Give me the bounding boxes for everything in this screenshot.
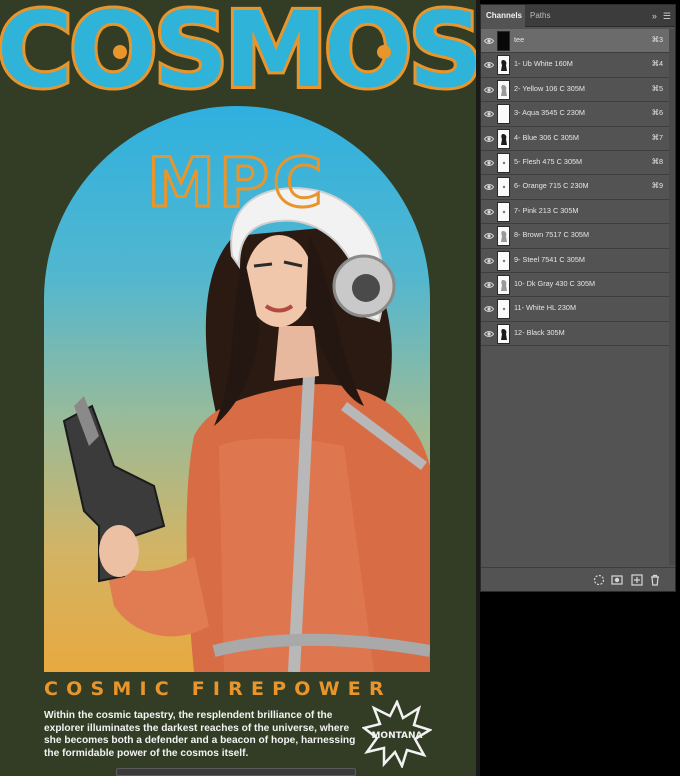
channel-thumbnail: [497, 177, 510, 198]
channel-row[interactable]: 1- Ub White 160M ⌘4: [481, 53, 669, 78]
channel-name: 12- Black 305M: [514, 327, 565, 337]
channel-name: 10- Dk Gray 430 C 305M: [514, 278, 596, 288]
channel-name: 7- Pink 213 C 305M: [514, 205, 579, 215]
eye-icon[interactable]: [484, 36, 494, 46]
channel-name: 3- Aqua 3545 C 230M: [514, 108, 585, 118]
eye-icon[interactable]: [484, 207, 494, 217]
channel-thumbnail: [497, 201, 510, 222]
save-selection-icon[interactable]: [611, 574, 623, 586]
channel-thumbnail: [497, 104, 510, 125]
mpc-monogram: MPC: [152, 143, 322, 219]
channel-row[interactable]: 10- Dk Gray 430 C 305M: [481, 272, 669, 298]
thumbnail-figure: [502, 210, 506, 213]
channel-thumbnail: [497, 299, 510, 320]
channel-row[interactable]: 12- Black 305M: [481, 321, 669, 347]
channel-shortcut: ⌘9: [651, 181, 663, 191]
collapse-icon[interactable]: »: [652, 5, 657, 27]
channel-thumbnail: [497, 226, 510, 247]
channel-row[interactable]: 3- Aqua 3545 C 230M ⌘6: [481, 102, 669, 127]
channel-thumbnail: [497, 274, 510, 295]
channel-shortcut: ⌘3: [651, 35, 663, 44]
eye-icon[interactable]: [484, 109, 494, 119]
blurb-text: Within the cosmic tapestry, the resplend…: [44, 710, 356, 759]
channel-name: 9- Steel 7541 C 305M: [514, 254, 585, 264]
thumbnail-figure: [501, 279, 507, 291]
eye-icon[interactable]: [484, 85, 494, 95]
eye-icon[interactable]: [484, 304, 494, 314]
panel-scrollbar[interactable]: [669, 29, 675, 565]
logo-text: MONTANA: [371, 731, 422, 741]
load-selection-icon[interactable]: [593, 574, 605, 586]
channel-name: 1- Ub White 160M: [514, 59, 573, 69]
channel-name: tee: [514, 35, 525, 44]
thumbnail-figure: [501, 231, 507, 243]
channel-row[interactable]: 4- Blue 306 C 305M ⌘7: [481, 126, 669, 151]
channel-shortcut: ⌘4: [651, 59, 663, 69]
eye-icon[interactable]: [484, 60, 494, 70]
channel-name: 4- Blue 306 C 305M: [514, 132, 579, 142]
channel-thumbnail: [497, 79, 510, 100]
delete-channel-icon[interactable]: [649, 574, 661, 586]
channel-row[interactable]: 6- Orange 715 C 230M ⌘9: [481, 175, 669, 200]
eye-icon[interactable]: [484, 134, 494, 144]
eye-icon[interactable]: [484, 158, 494, 168]
eye-icon[interactable]: [484, 329, 494, 339]
channel-shortcut: ⌘7: [651, 132, 663, 142]
channel-list: tee ⌘3 1- Ub White 160M ⌘4 2- Yellow 106 C 3…: [481, 29, 669, 347]
panel-footer: [481, 567, 675, 591]
eye-icon[interactable]: [484, 182, 494, 192]
panel-menu-icon[interactable]: ☰: [663, 5, 671, 27]
channel-row[interactable]: 11- White HL 230M: [481, 297, 669, 322]
thumbnail-figure: [502, 186, 506, 189]
title-dot-left: [113, 45, 127, 59]
new-channel-icon[interactable]: [631, 574, 643, 586]
channel-name: 11- White HL 230M: [514, 303, 577, 313]
montana-starburst-logo: MONTANA: [362, 700, 432, 768]
channels-panel: Channels Paths » ☰ tee ⌘3 1- Ub White 160M…: [480, 4, 676, 592]
channel-shortcut: ⌘5: [651, 83, 663, 93]
channel-row[interactable]: tee ⌘3: [481, 29, 669, 54]
channel-thumbnail: [497, 128, 510, 149]
cosmos-title-text: COSMOS: [0, 0, 476, 106]
panel-tab-bar: Channels Paths » ☰: [481, 5, 675, 27]
thumbnail-figure: [501, 84, 507, 96]
channel-name: 8- Brown 7517 C 305M: [514, 230, 590, 240]
channel-shortcut: ⌘8: [651, 156, 663, 166]
channel-shortcut: ⌘6: [651, 108, 663, 118]
channel-thumbnail: [497, 323, 510, 344]
channel-row[interactable]: 7- Pink 213 C 305M: [481, 199, 669, 225]
channel-row[interactable]: 9- Steel 7541 C 305M: [481, 248, 669, 273]
panel-controls: » ☰: [652, 5, 671, 27]
sky-arch: MPC: [44, 106, 430, 672]
title-dot-right: [377, 45, 391, 59]
eye-icon[interactable]: [484, 231, 494, 241]
channel-name: 5- Flesh 475 C 305M: [514, 156, 583, 166]
thumbnail-figure: [501, 133, 507, 145]
thumbnail-figure: [501, 328, 507, 340]
eye-icon[interactable]: [484, 256, 494, 266]
thumbnail-figure: [501, 60, 507, 72]
channel-row[interactable]: 8- Brown 7517 C 305M: [481, 224, 669, 249]
channel-row[interactable]: 2- Yellow 106 C 305M ⌘5: [481, 77, 669, 103]
channel-thumbnail: [497, 250, 510, 271]
cosmos-title: COSMOS: [0, 0, 476, 106]
mpc-text: MPC: [152, 144, 322, 218]
channel-name: 2- Yellow 106 C 305M: [514, 83, 585, 93]
thumbnail-figure: [502, 308, 506, 311]
tab-paths[interactable]: Paths: [525, 5, 559, 27]
channel-thumbnail: [497, 152, 510, 173]
eye-icon[interactable]: [484, 280, 494, 290]
channel-name: 6- Orange 715 C 230M: [514, 181, 589, 191]
artwork-canvas[interactable]: COSMOS MPC COSMIC FIREPOWER Within the c…: [0, 0, 476, 776]
channel-thumbnail: [497, 55, 510, 76]
thumbnail-figure: [502, 161, 506, 165]
tab-channels[interactable]: Channels: [481, 5, 525, 27]
tagline: COSMIC FIREPOWER: [44, 678, 392, 700]
channel-thumbnail: [497, 31, 510, 51]
channel-row[interactable]: 5- Flesh 475 C 305M ⌘8: [481, 150, 669, 176]
canvas-scrollbar[interactable]: [116, 768, 356, 776]
thumbnail-figure: [502, 259, 506, 262]
